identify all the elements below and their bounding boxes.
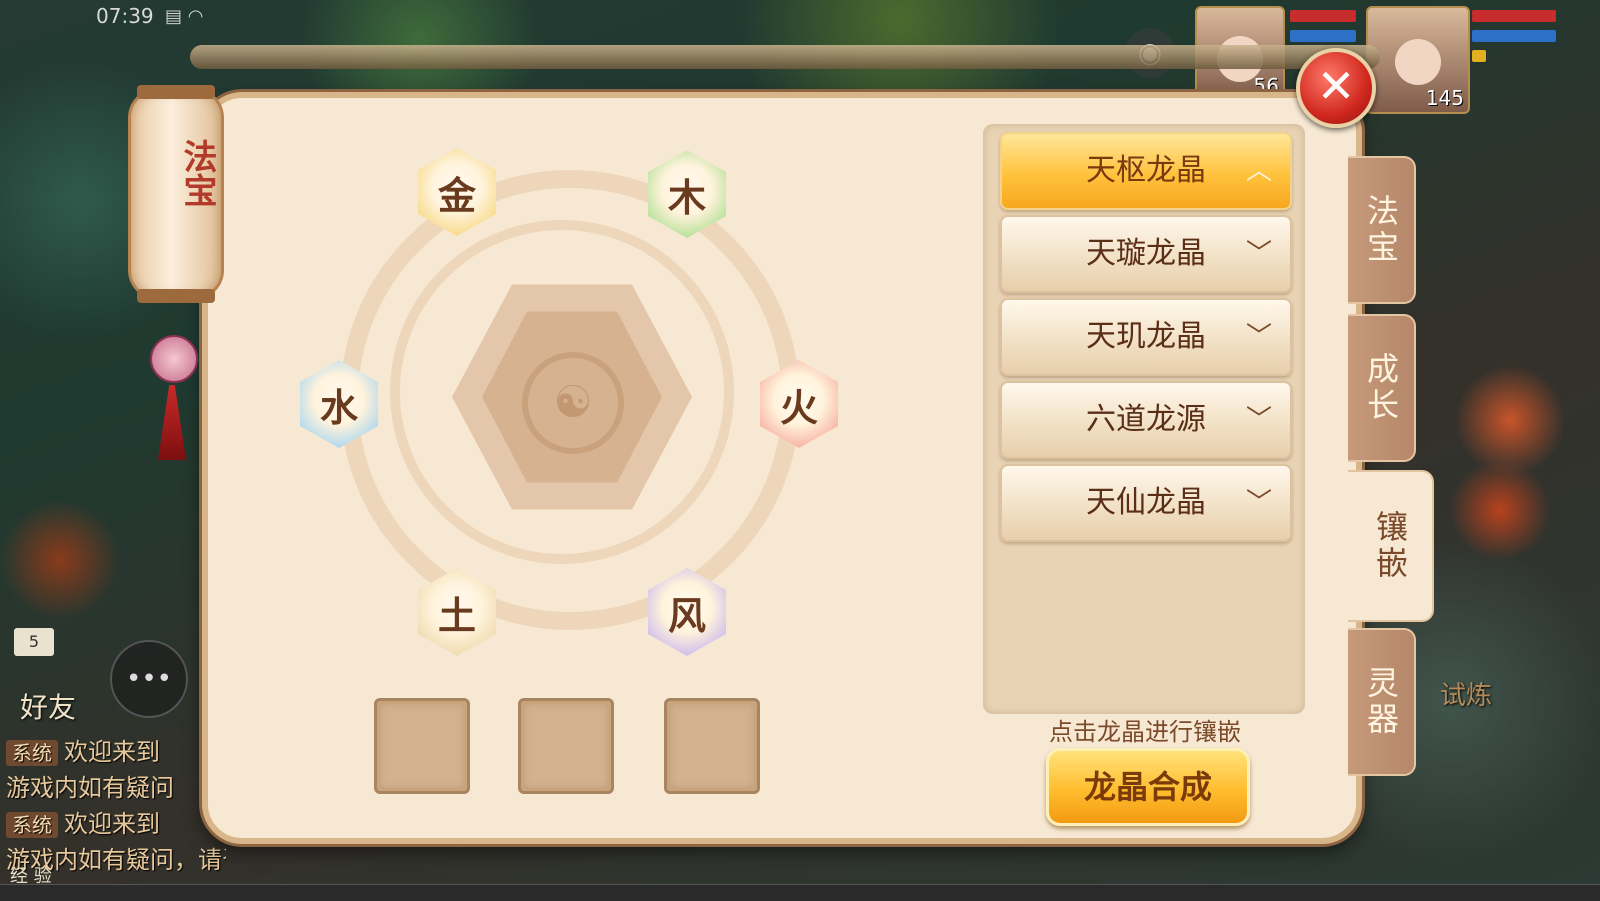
friend-button[interactable]: 5 好友 [8,628,98,724]
player-portrait[interactable]: 145 [1366,6,1470,114]
crystal-synthesis-button[interactable]: 龙晶合成 [1046,748,1250,826]
player-mp-bar [1472,30,1556,42]
chat-text: 欢迎来到 [64,738,160,766]
chevron-down-icon: ﹀ [1245,322,1272,352]
player-hp-bar [1472,10,1556,22]
chat-text: 游戏内如有疑问 [6,774,174,802]
crystal-label: 天仙龙晶 [1086,485,1206,520]
element-mandala: ☯ [300,130,840,670]
tab-inlay[interactable]: 镶嵌 [1348,470,1434,622]
panel-top-rod [190,45,1380,69]
chat-tag: 系统 [6,740,58,766]
tab-growth[interactable]: 成长 [1348,314,1416,462]
chevron-down-icon: ﹀ [1245,405,1272,435]
inlay-slot-3[interactable] [664,698,760,794]
tab-lingqi[interactable]: 灵器 [1348,628,1416,776]
lantern-title-plate: 法宝 [128,85,224,303]
chat-line: 系统 欢迎来到 [6,734,226,770]
crystal-item-tianshu[interactable]: 天枢龙晶 ︿ [1000,132,1292,210]
chat-tag: 系统 [6,812,58,838]
jade-pendant-icon [150,335,198,383]
chevron-down-icon: ﹀ [1245,239,1272,269]
crystal-label: 天枢龙晶 [1086,153,1206,188]
tab-label: 法宝 [1362,194,1400,266]
exp-bar [0,884,1600,901]
event-label[interactable]: 试炼 [1440,675,1492,712]
tab-label: 镶嵌 [1371,510,1409,582]
inlay-hint: 点击龙晶进行镶嵌 [1049,718,1241,746]
close-button[interactable]: ✕ [1296,48,1376,128]
inlay-slot-2[interactable] [518,698,614,794]
chat-bubble-icon[interactable]: ••• [110,640,188,718]
metal-icon: 金 [437,172,476,218]
crystal-label: 天玑龙晶 [1086,319,1206,354]
crystal-item-tianji[interactable]: 天玑龙晶 ﹀ [1000,298,1292,376]
wood-icon: 木 [667,174,706,220]
chat-line: 系统 欢迎来到 [6,806,226,842]
crystal-label: 六道龙源 [1086,402,1206,437]
exp-label: 经 验 [10,866,52,887]
water-icon: 水 [319,384,358,430]
fire-icon: 火 [779,384,818,430]
taiji-icon: ☯ [522,352,624,454]
crystal-item-tianxuan[interactable]: 天璇龙晶 ﹀ [1000,215,1292,293]
tab-label: 灵器 [1362,666,1400,738]
panel-title: 法宝 [177,139,217,207]
crystal-label: 天璇龙晶 [1086,236,1206,271]
pet-hp-bar [1290,10,1356,22]
chevron-up-icon: ︿ [1245,156,1272,186]
tab-fabao[interactable]: 法宝 [1348,156,1416,304]
earth-icon: 土 [437,592,476,638]
friend-label: 好友 [20,691,77,724]
chat-line: 游戏内如有疑问 [6,770,226,806]
chat-log[interactable]: 系统欢迎来到 游戏内如有疑问 系统欢迎来到 游戏内如有疑问，请咨询官方！ [6,734,226,878]
player-face-icon [1395,39,1441,86]
mail-count-badge[interactable]: 5 [14,628,54,656]
inlay-slot-1[interactable] [374,698,470,794]
chevron-down-icon: ﹀ [1245,488,1272,518]
wifi-icon: ▤ ◠ [165,6,204,27]
player-anger-bar [1472,50,1486,62]
chat-text: 欢迎来到 [64,810,160,838]
crystal-item-tianxian[interactable]: 天仙龙晶 ﹀ [1000,464,1292,542]
pet-mp-bar [1290,30,1356,42]
player-level: 145 [1425,86,1464,110]
wind-icon: 风 [667,592,706,638]
tab-label: 成长 [1362,352,1400,424]
status-time: 07:39 [96,4,154,28]
crystal-item-liudao[interactable]: 六道龙源 ﹀ [1000,381,1292,459]
